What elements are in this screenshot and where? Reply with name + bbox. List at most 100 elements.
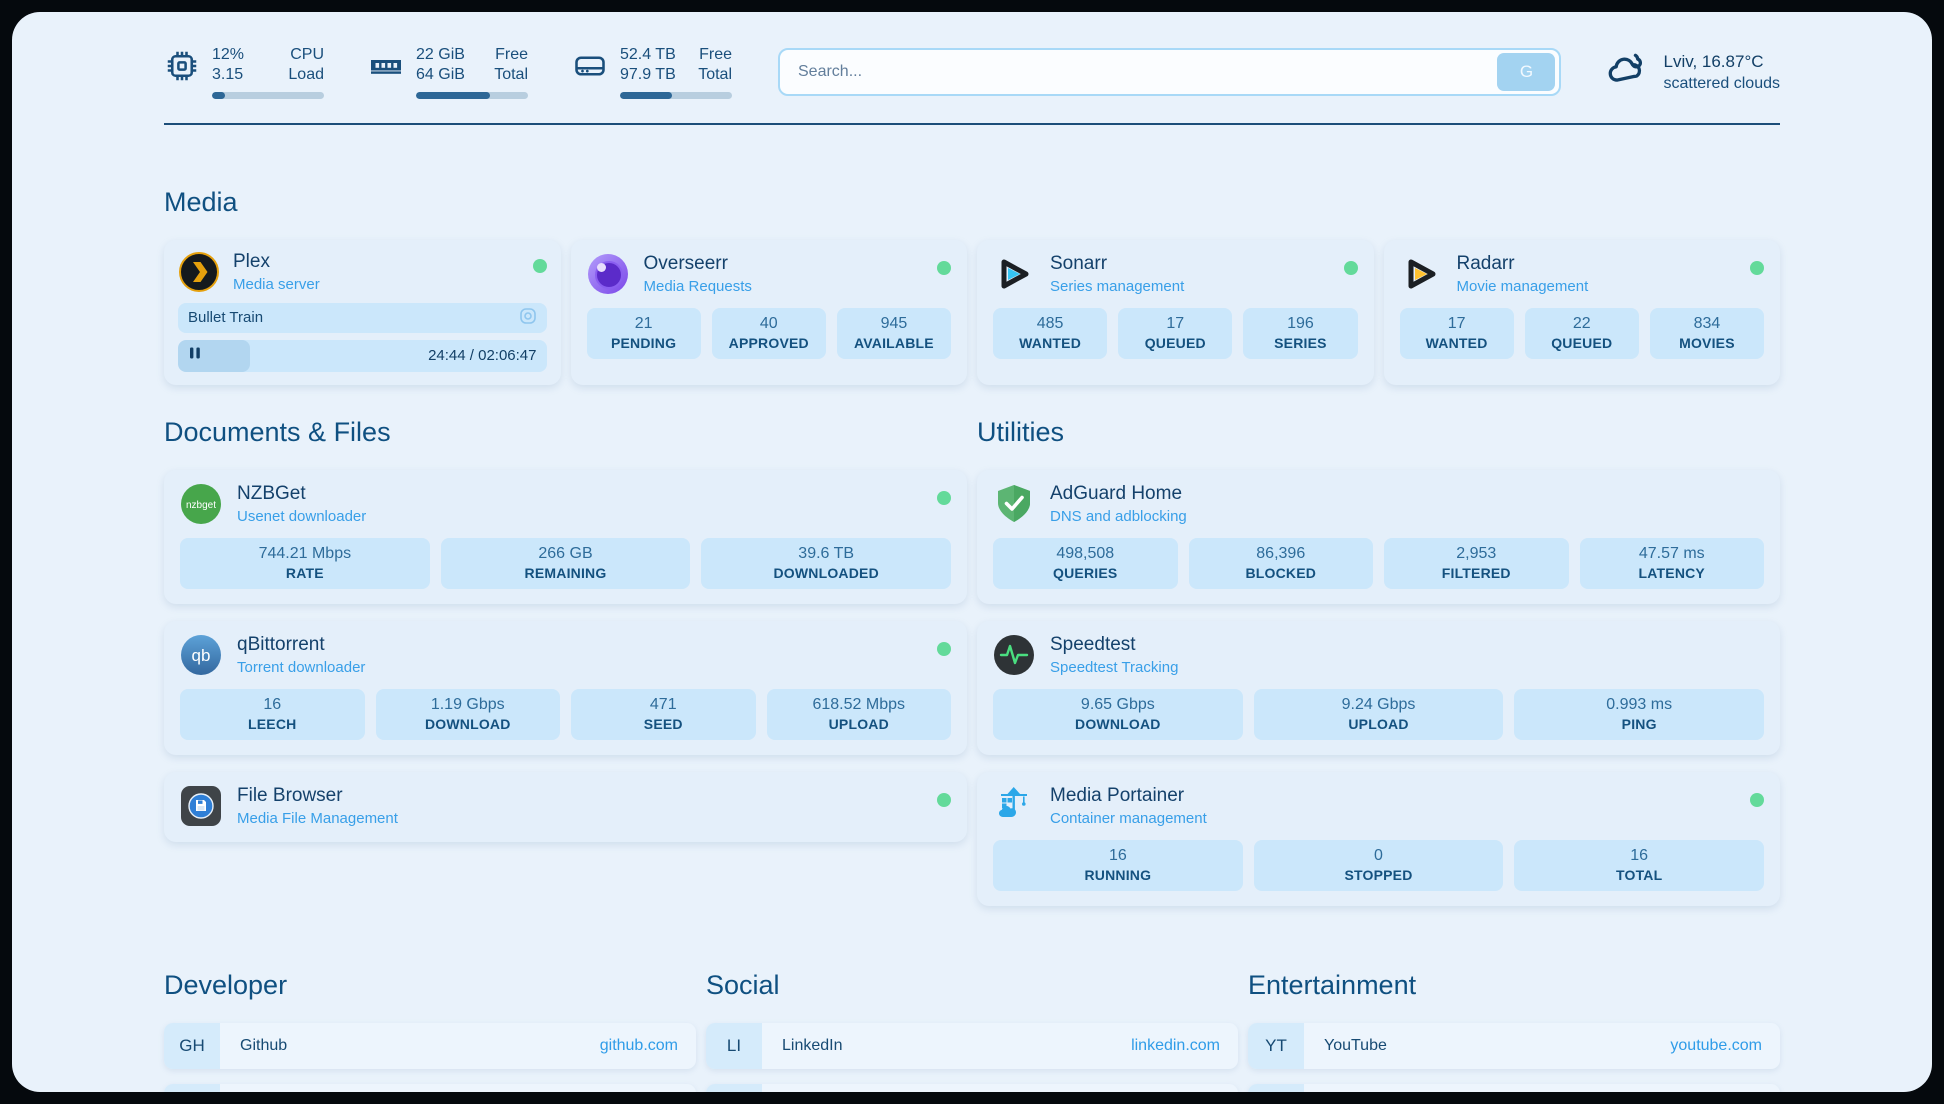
search-input[interactable] bbox=[798, 63, 1497, 81]
portainer-icon bbox=[993, 785, 1035, 827]
app-subtitle: Usenet downloader bbox=[237, 508, 366, 525]
link-name: YouTube bbox=[1324, 1037, 1387, 1055]
now-playing-title: Bullet Train bbox=[188, 309, 263, 326]
link-url: linkedin.com bbox=[1131, 1037, 1220, 1055]
disk-free-value: 52.4 TB bbox=[620, 46, 676, 64]
stat-upload: 9.24 Gbps UPLOAD bbox=[1254, 689, 1504, 740]
app-title: Plex bbox=[233, 251, 320, 273]
weather-location-temp: Lviv, 16.87°C bbox=[1663, 52, 1780, 72]
app-subtitle: DNS and adblocking bbox=[1050, 508, 1187, 525]
stat-available: 945 AVAILABLE bbox=[837, 308, 951, 359]
app-card-qbittorrent[interactable]: qb qBittorrent Torrent downloader bbox=[164, 621, 967, 755]
lens-icon bbox=[519, 307, 537, 329]
stat-download: 1.19 Gbps DOWNLOAD bbox=[376, 689, 561, 740]
stat-download: 9.65 Gbps DOWNLOAD bbox=[993, 689, 1243, 740]
stat-series: 196 SERIES bbox=[1243, 308, 1357, 359]
top-bar: 12% 3.15 CPU Load bbox=[164, 46, 1780, 99]
app-card-filebrowser[interactable]: File Browser Media File Management bbox=[164, 772, 967, 842]
disk-total-label: Total bbox=[698, 66, 732, 84]
cpu-widget: 12% 3.15 CPU Load bbox=[164, 46, 324, 99]
svg-text:nzbget: nzbget bbox=[186, 500, 216, 511]
section-title-utilities: Utilities bbox=[977, 417, 1780, 448]
app-title: Sonarr bbox=[1050, 253, 1184, 275]
status-online-dot bbox=[1750, 261, 1764, 275]
app-subtitle: Media File Management bbox=[237, 810, 398, 827]
stat-queued: 17 QUEUED bbox=[1118, 308, 1232, 359]
cpu-progress-bar bbox=[212, 92, 324, 99]
app-title: File Browser bbox=[237, 785, 398, 807]
stat-wanted: 17 WANTED bbox=[1400, 308, 1514, 359]
weather-widget: Lviv, 16.87°C scattered clouds bbox=[1605, 48, 1780, 97]
stat-seed: 471 SEED bbox=[571, 689, 756, 740]
weather-condition: scattered clouds bbox=[1663, 75, 1780, 93]
link-netflix[interactable]: NF Netflix netflix.com bbox=[1248, 1084, 1780, 1092]
links-section-developer: Developer GH Github github.com SO StackO… bbox=[164, 970, 696, 1092]
pause-icon bbox=[188, 346, 202, 365]
app-card-plex[interactable]: Plex Media server Bullet Train bbox=[164, 240, 561, 385]
ram-icon bbox=[368, 46, 404, 89]
stat-approved: 40 APPROVED bbox=[712, 308, 826, 359]
stat-running: 16 RUNNING bbox=[993, 840, 1243, 891]
links-section-social: Social LI LinkedIn linkedin.com TW Twitt… bbox=[706, 970, 1238, 1092]
app-title: qBittorrent bbox=[237, 634, 365, 656]
cloud-icon bbox=[1605, 48, 1649, 97]
svg-text:qb: qb bbox=[192, 646, 211, 665]
disk-widget: 52.4 TB 97.9 TB Free Total bbox=[572, 46, 732, 99]
stat-latency: 47.57 ms LATENCY bbox=[1580, 538, 1765, 589]
app-subtitle: Movie management bbox=[1457, 278, 1589, 295]
status-online-dot bbox=[937, 793, 951, 807]
disk-total-value: 97.9 TB bbox=[620, 66, 676, 84]
header-divider bbox=[164, 123, 1780, 125]
link-github[interactable]: GH Github github.com bbox=[164, 1023, 696, 1069]
links-section-entertainment: Entertainment YT YouTube youtube.com NF … bbox=[1248, 970, 1780, 1092]
disk-free-label: Free bbox=[698, 46, 732, 64]
status-online-dot bbox=[1750, 793, 1764, 807]
system-widgets: 12% 3.15 CPU Load bbox=[164, 46, 732, 99]
section-title-entertainment: Entertainment bbox=[1248, 970, 1780, 1001]
ram-total-label: Total bbox=[494, 66, 528, 84]
app-title: Radarr bbox=[1457, 253, 1589, 275]
app-card-nzbget[interactable]: nzbget NZBGet Usenet downloader 74 bbox=[164, 470, 967, 604]
app-card-radarr[interactable]: Radarr Movie management 17 WANTED 22 QUE… bbox=[1384, 240, 1781, 385]
link-stackoverflow[interactable]: SO StackOverflow stackoverflow.com bbox=[164, 1084, 696, 1092]
ram-progress-bar bbox=[416, 92, 528, 99]
app-subtitle: Media Requests bbox=[644, 278, 752, 295]
link-tag: GH bbox=[164, 1023, 220, 1069]
search-engine-button[interactable]: G bbox=[1497, 53, 1555, 91]
link-tag: SO bbox=[164, 1084, 220, 1092]
link-linkedin[interactable]: LI LinkedIn linkedin.com bbox=[706, 1023, 1238, 1069]
now-playing-row: Bullet Train bbox=[178, 303, 547, 333]
adguard-icon bbox=[993, 483, 1035, 525]
status-online-dot bbox=[937, 261, 951, 275]
app-title: AdGuard Home bbox=[1050, 483, 1187, 505]
section-title-documents: Documents & Files bbox=[164, 417, 967, 448]
cpu-icon bbox=[164, 46, 200, 89]
disk-progress-bar bbox=[620, 92, 732, 99]
plex-icon bbox=[178, 251, 220, 293]
stat-movies: 834 MOVIES bbox=[1650, 308, 1764, 359]
link-tag: TW bbox=[706, 1084, 762, 1092]
app-subtitle: Media server bbox=[233, 276, 320, 293]
link-tag: LI bbox=[706, 1023, 762, 1069]
section-title-social: Social bbox=[706, 970, 1238, 1001]
link-youtube[interactable]: YT YouTube youtube.com bbox=[1248, 1023, 1780, 1069]
ram-widget: 22 GiB 64 GiB Free Total bbox=[368, 46, 528, 99]
link-url: github.com bbox=[600, 1037, 678, 1055]
link-twitter[interactable]: TW Twitter twitter.com bbox=[706, 1084, 1238, 1092]
stat-wanted: 485 WANTED bbox=[993, 308, 1107, 359]
stat-queued: 22 QUEUED bbox=[1525, 308, 1639, 359]
link-url: youtube.com bbox=[1670, 1037, 1762, 1055]
app-subtitle: Container management bbox=[1050, 810, 1207, 827]
app-card-adguard[interactable]: AdGuard Home DNS and adblocking 498,508 … bbox=[977, 470, 1780, 604]
cpu-usage-value: 12% bbox=[212, 46, 244, 64]
qbittorrent-icon: qb bbox=[180, 634, 222, 676]
filebrowser-icon bbox=[180, 785, 222, 827]
app-card-sonarr[interactable]: Sonarr Series management 485 WANTED 17 Q… bbox=[977, 240, 1374, 385]
app-card-portainer[interactable]: Media Portainer Container management 16 … bbox=[977, 772, 1780, 906]
app-card-speedtest[interactable]: Speedtest Speedtest Tracking 9.65 Gbps D… bbox=[977, 621, 1780, 755]
stat-downloaded: 39.6 TB DOWNLOADED bbox=[701, 538, 951, 589]
app-subtitle: Speedtest Tracking bbox=[1050, 659, 1178, 676]
app-card-overseerr[interactable]: Overseerr Media Requests 21 PENDING 40 A… bbox=[571, 240, 968, 385]
playback-time: 24:44 / 02:06:47 bbox=[428, 347, 536, 364]
ram-free-label: Free bbox=[494, 46, 528, 64]
